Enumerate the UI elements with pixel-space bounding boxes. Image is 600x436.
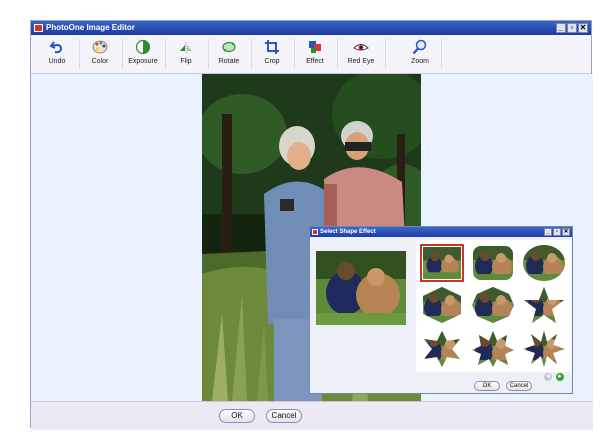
- shape-rectangle[interactable]: [420, 244, 464, 282]
- shape-star-7[interactable]: [471, 330, 515, 368]
- exposure-icon: [135, 39, 151, 55]
- effect-button[interactable]: Effect: [297, 37, 333, 71]
- shape-star-8[interactable]: [522, 330, 566, 368]
- color-label: Color: [91, 58, 109, 65]
- arrow-right-icon[interactable]: ▸: [556, 373, 564, 381]
- effect-label: Effect: [306, 58, 324, 65]
- dialog-title: Select Shape Effect: [320, 229, 376, 235]
- palette-icon: [92, 40, 108, 54]
- red-eye-button[interactable]: Red Eye: [343, 37, 379, 71]
- dialog-minimize-button[interactable]: _: [544, 228, 552, 236]
- shape-star-5[interactable]: [522, 286, 566, 324]
- dialog-ok-button[interactable]: OK: [474, 381, 500, 391]
- undo-button[interactable]: Undo: [39, 37, 75, 71]
- dialog-close-button[interactable]: ✕: [562, 228, 570, 236]
- zoom-button[interactable]: Zoom: [402, 37, 438, 71]
- shape-octagon[interactable]: [471, 286, 515, 324]
- dialog-restore-button[interactable]: ▫: [553, 228, 561, 236]
- shape-hexagon[interactable]: [420, 286, 464, 324]
- flip-icon: [180, 42, 192, 53]
- flip-label: Flip: [180, 58, 192, 65]
- select-shape-effect-dialog: Select Shape Effect _ ▫ ✕ ◂ ▸ OK Cancel: [309, 226, 573, 394]
- effect-icon: [309, 41, 321, 53]
- arrow-left-icon[interactable]: ◂: [544, 373, 552, 381]
- dialog-cancel-button[interactable]: Cancel: [506, 381, 532, 391]
- zoom-label: Zoom: [411, 58, 429, 65]
- shape-ellipse[interactable]: [522, 244, 566, 282]
- red-eye-label: Red Eye: [347, 58, 375, 65]
- shape-star-6[interactable]: [420, 330, 464, 368]
- ok-button[interactable]: OK: [219, 409, 255, 423]
- shape-rounded-rectangle[interactable]: [471, 244, 515, 282]
- crop-icon: [265, 40, 279, 54]
- undo-icon: [49, 41, 63, 54]
- dialog-title-bar: Select Shape Effect _ ▫ ✕: [310, 227, 572, 237]
- crop-button[interactable]: Crop: [254, 37, 290, 71]
- cancel-button[interactable]: Cancel: [266, 409, 302, 423]
- dialog-app-icon: [312, 229, 318, 235]
- rotate-label: Rotate: [218, 58, 240, 65]
- window-title: PhotoOne Image Editor: [46, 23, 135, 32]
- rotate-icon: [222, 41, 236, 53]
- exposure-label: Exposure: [128, 58, 158, 65]
- rotate-button[interactable]: Rotate: [211, 37, 247, 71]
- effect-preview: [316, 251, 406, 325]
- toolbar: Undo Color Exposure Flip Rotate Crop Eff…: [31, 35, 591, 74]
- zoom-icon: [412, 39, 427, 55]
- close-button[interactable]: ✕: [578, 23, 588, 33]
- toolbar-divider: [385, 39, 386, 69]
- restore-button[interactable]: ▫: [567, 23, 577, 33]
- exposure-button[interactable]: Exposure: [125, 37, 161, 71]
- red-eye-icon: [353, 44, 369, 51]
- crop-label: Crop: [264, 58, 280, 65]
- app-icon: [34, 24, 43, 32]
- toolbar-divider: [441, 39, 442, 69]
- footer-bar: OK Cancel: [31, 401, 593, 430]
- title-bar: PhotoOne Image Editor _ ▫ ✕: [31, 21, 591, 35]
- minimize-button[interactable]: _: [556, 23, 566, 33]
- color-button[interactable]: Color: [82, 37, 118, 71]
- undo-label: Undo: [48, 58, 66, 65]
- flip-button[interactable]: Flip: [168, 37, 204, 71]
- shape-grid: [416, 240, 571, 372]
